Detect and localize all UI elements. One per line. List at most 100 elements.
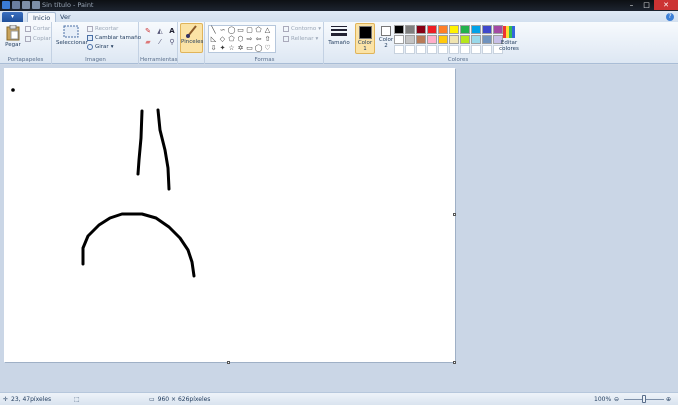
palette-swatch[interactable] bbox=[449, 35, 459, 44]
palette-swatch[interactable] bbox=[460, 25, 470, 34]
palette-swatch[interactable] bbox=[460, 35, 470, 44]
tools-group: ✎ ◭ A ▰ ⁄ ⚲ Herramientas bbox=[140, 22, 178, 64]
palette-swatch[interactable] bbox=[405, 45, 415, 54]
palette-swatch[interactable] bbox=[438, 45, 448, 54]
palette-swatch[interactable] bbox=[427, 35, 437, 44]
palette-swatch[interactable] bbox=[416, 45, 426, 54]
palette-swatch[interactable] bbox=[405, 25, 415, 34]
drawing-canvas[interactable] bbox=[4, 68, 455, 362]
outline-button[interactable]: Contorno ▾ bbox=[283, 26, 321, 32]
resize-handle-bottom[interactable] bbox=[227, 361, 230, 364]
palette-swatch[interactable] bbox=[460, 45, 470, 54]
zoom-in-button[interactable]: ⊕ bbox=[666, 396, 671, 403]
fill-button[interactable]: Rellenar ▾ bbox=[283, 36, 318, 42]
arrow-left-shape-icon[interactable]: ⇦ bbox=[254, 35, 263, 44]
shapes-gallery[interactable]: ╲ ∽ ◯ ▭ ▢ ⬠ △ ◺ ◇ ⬠ ⬡ ⇨ ⇦ ⇧ ⇩ ✦ ☆ ✡ ▭ ◯ … bbox=[208, 25, 276, 53]
tab-home[interactable]: Inicio bbox=[27, 12, 57, 22]
pentagon-shape-icon[interactable]: ⬠ bbox=[227, 35, 236, 44]
palette-swatch[interactable] bbox=[482, 35, 492, 44]
close-icon[interactable]: ✕ bbox=[654, 0, 678, 10]
palette-swatch[interactable] bbox=[438, 35, 448, 44]
file-menu-button[interactable]: ▾ bbox=[2, 12, 23, 22]
color1-button[interactable]: Color 1 bbox=[355, 23, 375, 54]
paint-app-icon[interactable] bbox=[2, 1, 10, 9]
zoom-out-button[interactable]: ⊖ bbox=[614, 396, 619, 403]
edit-colors-button[interactable]: Editar colores bbox=[498, 25, 520, 52]
paste-button[interactable]: Pegar bbox=[3, 25, 23, 48]
redo-icon[interactable] bbox=[32, 1, 40, 9]
resize-handle-corner[interactable] bbox=[453, 361, 456, 364]
resize-handle-right[interactable] bbox=[453, 213, 456, 216]
star-six-shape-icon[interactable]: ✡ bbox=[236, 44, 245, 53]
tab-view[interactable]: Ver bbox=[55, 12, 76, 22]
oval-shape-icon[interactable]: ◯ bbox=[227, 26, 236, 35]
image-size-text: 960 × 626píxeles bbox=[157, 396, 211, 403]
outline-icon bbox=[283, 26, 289, 32]
callout-rect-shape-icon[interactable]: ▭ bbox=[245, 44, 254, 53]
copy-button[interactable]: Copiar bbox=[25, 36, 51, 42]
resize-button[interactable]: Cambiar tamaño bbox=[87, 35, 141, 41]
fill-bucket-icon[interactable]: ◭ bbox=[155, 27, 165, 36]
arrow-down-shape-icon[interactable]: ⇩ bbox=[209, 44, 218, 53]
palette-swatch[interactable] bbox=[394, 45, 404, 54]
status-bar: ✛ 23, 47píxeles ⬚ ▭ 960 × 626píxeles 100… bbox=[0, 392, 678, 405]
palette-swatch[interactable] bbox=[416, 35, 426, 44]
rectangle-shape-icon[interactable]: ▭ bbox=[236, 26, 245, 35]
outline-label: Contorno bbox=[291, 26, 317, 32]
right-triangle-shape-icon[interactable]: ◺ bbox=[209, 35, 218, 44]
diamond-shape-icon[interactable]: ◇ bbox=[218, 35, 227, 44]
select-icon bbox=[63, 25, 79, 38]
rotate-button[interactable]: Girar ▾ bbox=[87, 44, 113, 50]
rounded-rectangle-shape-icon[interactable]: ▢ bbox=[245, 26, 254, 35]
palette-swatch[interactable] bbox=[394, 35, 404, 44]
palette-swatch[interactable] bbox=[427, 25, 437, 34]
palette-swatch[interactable] bbox=[471, 35, 481, 44]
palette-swatch[interactable] bbox=[449, 25, 459, 34]
brushes-group: Pinceles bbox=[179, 22, 205, 64]
text-tool-icon[interactable]: A bbox=[167, 27, 177, 36]
eraser-icon[interactable]: ▰ bbox=[143, 38, 153, 47]
palette-swatch[interactable] bbox=[405, 35, 415, 44]
undo-icon[interactable] bbox=[22, 1, 30, 9]
maximize-icon[interactable]: □ bbox=[639, 0, 654, 10]
callout-oval-shape-icon[interactable]: ◯ bbox=[254, 44, 263, 53]
paste-icon bbox=[6, 25, 20, 41]
palette-swatch[interactable] bbox=[482, 25, 492, 34]
shapes-group: ╲ ∽ ◯ ▭ ▢ ⬠ △ ◺ ◇ ⬠ ⬡ ⇨ ⇦ ⇧ ⇩ ✦ ☆ ✡ ▭ ◯ … bbox=[206, 22, 324, 64]
crop-button[interactable]: Recortar bbox=[87, 26, 118, 32]
curve-shape-icon[interactable]: ∽ bbox=[218, 26, 227, 35]
heart-shape-icon[interactable]: ♡ bbox=[263, 44, 272, 53]
save-icon[interactable] bbox=[12, 1, 20, 9]
palette-swatch[interactable] bbox=[482, 45, 492, 54]
rotate-label: Girar bbox=[95, 44, 109, 50]
size-button[interactable]: Tamaño bbox=[327, 25, 351, 46]
minimize-icon[interactable]: – bbox=[624, 0, 639, 10]
select-button[interactable]: Seleccionar bbox=[56, 25, 88, 46]
drawn-stroke-left bbox=[136, 109, 144, 176]
cut-button[interactable]: Cortar bbox=[25, 26, 50, 32]
selection-size: ⬚ bbox=[74, 396, 80, 403]
help-icon[interactable]: ? bbox=[666, 13, 674, 21]
brushes-button[interactable]: Pinceles bbox=[180, 23, 203, 53]
palette-swatch[interactable] bbox=[471, 45, 481, 54]
star-five-shape-icon[interactable]: ☆ bbox=[227, 44, 236, 53]
color-picker-icon[interactable]: ⁄ bbox=[155, 38, 165, 47]
arrow-right-shape-icon[interactable]: ⇨ bbox=[245, 35, 254, 44]
color2-button[interactable]: Color 2 bbox=[377, 23, 395, 54]
hexagon-shape-icon[interactable]: ⬡ bbox=[236, 35, 245, 44]
polygon-shape-icon[interactable]: ⬠ bbox=[254, 26, 263, 35]
star-four-shape-icon[interactable]: ✦ bbox=[218, 44, 227, 53]
palette-swatch[interactable] bbox=[438, 25, 448, 34]
magnifier-icon[interactable]: ⚲ bbox=[167, 38, 177, 47]
line-shape-icon[interactable]: ╲ bbox=[209, 26, 218, 35]
pencil-icon[interactable]: ✎ bbox=[143, 27, 153, 36]
palette-swatch[interactable] bbox=[471, 25, 481, 34]
triangle-shape-icon[interactable]: △ bbox=[263, 26, 272, 35]
palette-swatch[interactable] bbox=[427, 45, 437, 54]
palette-swatch[interactable] bbox=[416, 25, 426, 34]
chevron-down-icon: ▾ bbox=[315, 36, 319, 42]
zoom-slider-thumb[interactable] bbox=[642, 395, 646, 403]
palette-swatch[interactable] bbox=[394, 25, 404, 34]
arrow-up-shape-icon[interactable]: ⇧ bbox=[263, 35, 272, 44]
palette-swatch[interactable] bbox=[449, 45, 459, 54]
